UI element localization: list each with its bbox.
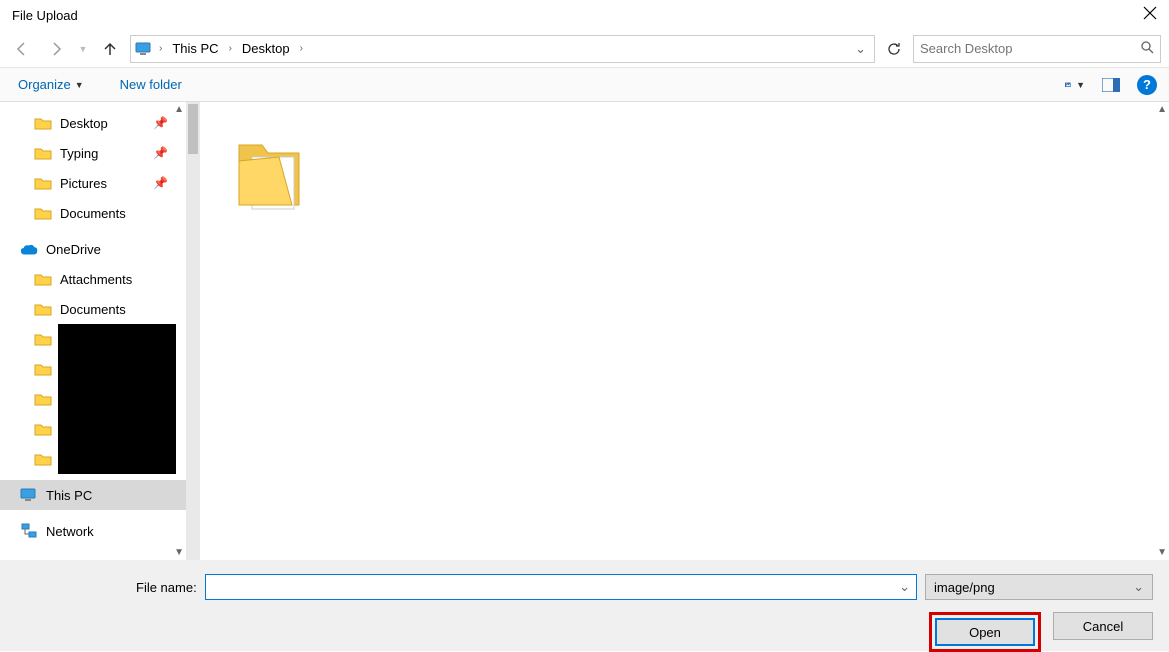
close-icon bbox=[1143, 6, 1157, 20]
chevron-right-icon: › bbox=[227, 43, 234, 54]
folder-icon bbox=[34, 452, 52, 466]
search-input[interactable] bbox=[920, 41, 1140, 56]
address-bar[interactable]: › This PC › Desktop › ⌄ bbox=[130, 35, 875, 63]
pin-icon: 📌 bbox=[153, 116, 168, 130]
preview-pane-button[interactable] bbox=[1101, 75, 1121, 95]
filetype-label: image/png bbox=[934, 580, 1133, 595]
nav-item-label: Documents bbox=[60, 302, 126, 317]
new-folder-button[interactable]: New folder bbox=[114, 73, 188, 96]
nav-item-label: Typing bbox=[60, 146, 98, 161]
arrow-left-icon bbox=[14, 41, 30, 57]
new-folder-label: New folder bbox=[120, 77, 182, 92]
close-button[interactable] bbox=[1117, 6, 1157, 25]
cancel-label: Cancel bbox=[1083, 619, 1123, 634]
scroll-down-icon[interactable]: ▼ bbox=[174, 547, 184, 558]
navigation-row: ▼ › This PC › Desktop › ⌄ bbox=[0, 30, 1169, 68]
pc-icon bbox=[135, 40, 153, 58]
open-highlight: Open bbox=[929, 612, 1041, 652]
organize-button[interactable]: Organize ▼ bbox=[12, 73, 90, 96]
folder-icon bbox=[34, 174, 52, 192]
navigation-pane[interactable]: ▲ ▼ Desktop 📌 Typing 📌 Pictures 📌 Docume… bbox=[0, 102, 186, 560]
dialog-footer: File name: ⌄ image/png ⌄ Open Cancel bbox=[0, 560, 1169, 651]
nav-item-pictures[interactable]: Pictures 📌 bbox=[0, 168, 186, 198]
nav-item-onedrive[interactable]: OneDrive bbox=[0, 234, 186, 264]
scroll-up-icon[interactable]: ▲ bbox=[1157, 104, 1167, 115]
breadcrumb-root[interactable]: This PC bbox=[168, 39, 222, 58]
refresh-button[interactable] bbox=[881, 36, 907, 62]
folder-icon bbox=[34, 332, 52, 346]
nav-item-typing[interactable]: Typing 📌 bbox=[0, 138, 186, 168]
pin-icon: 📌 bbox=[153, 176, 168, 190]
nav-item-documents[interactable]: Documents bbox=[0, 198, 186, 228]
folder-icon bbox=[34, 300, 52, 318]
chevron-right-icon: › bbox=[298, 43, 305, 54]
scroll-thumb[interactable] bbox=[188, 104, 198, 154]
network-icon bbox=[20, 522, 38, 540]
help-button[interactable]: ? bbox=[1137, 75, 1157, 95]
nav-item-label: Pictures bbox=[60, 176, 107, 191]
cancel-button[interactable]: Cancel bbox=[1053, 612, 1153, 640]
arrow-right-icon bbox=[48, 41, 64, 57]
file-list-pane[interactable]: ▲ ▼ bbox=[186, 102, 1169, 560]
back-button bbox=[8, 35, 36, 63]
address-dropdown[interactable]: ⌄ bbox=[851, 41, 870, 57]
filename-label: File name: bbox=[136, 580, 197, 595]
nav-redacted-block bbox=[0, 324, 186, 474]
picture-icon bbox=[1065, 77, 1073, 93]
folder-icon bbox=[34, 270, 52, 288]
filetype-filter[interactable]: image/png ⌄ bbox=[925, 574, 1153, 600]
nav-item-desktop[interactable]: Desktop 📌 bbox=[0, 108, 186, 138]
open-label: Open bbox=[969, 625, 1001, 640]
refresh-icon bbox=[886, 41, 902, 57]
folder-icon bbox=[34, 144, 52, 162]
chevron-right-icon: › bbox=[157, 43, 164, 54]
onedrive-icon bbox=[20, 240, 38, 258]
chevron-down-icon[interactable]: ⌄ bbox=[893, 579, 910, 595]
nav-item-label: Network bbox=[46, 524, 94, 539]
nav-item-network[interactable]: Network bbox=[0, 516, 186, 546]
folder-icon bbox=[34, 362, 52, 376]
folder-large-icon bbox=[224, 127, 314, 217]
view-mode-button[interactable]: ▼ bbox=[1065, 75, 1085, 95]
scrollbar-right: ▲ ▼ bbox=[1155, 102, 1169, 560]
nav-item-thispc[interactable]: This PC bbox=[0, 480, 186, 510]
window-title: File Upload bbox=[12, 8, 1117, 23]
nav-item-label: OneDrive bbox=[46, 242, 101, 257]
filename-input[interactable] bbox=[212, 580, 893, 595]
pin-icon: 📌 bbox=[153, 146, 168, 160]
arrow-up-icon bbox=[102, 41, 118, 57]
up-button[interactable] bbox=[96, 35, 124, 63]
folder-icon bbox=[34, 422, 52, 436]
filename-combo[interactable]: ⌄ bbox=[205, 574, 917, 600]
search-box[interactable] bbox=[913, 35, 1161, 63]
scrollbar[interactable] bbox=[186, 102, 200, 560]
nav-item-attachments[interactable]: Attachments bbox=[0, 264, 186, 294]
chevron-down-icon: ▼ bbox=[1076, 80, 1085, 90]
nav-item-label: Desktop bbox=[60, 116, 108, 131]
folder-icon bbox=[34, 392, 52, 406]
title-bar: File Upload bbox=[0, 0, 1169, 30]
dialog-body: ▲ ▼ Desktop 📌 Typing 📌 Pictures 📌 Docume… bbox=[0, 102, 1169, 560]
folder-item[interactable] bbox=[214, 112, 324, 232]
chevron-down-icon: ⌄ bbox=[1133, 579, 1144, 595]
panel-icon bbox=[1102, 78, 1120, 92]
chevron-down-icon: ▼ bbox=[75, 80, 84, 90]
nav-item-label: Documents bbox=[60, 206, 126, 221]
toolbar: Organize ▼ New folder ▼ ? bbox=[0, 68, 1169, 102]
folder-icon bbox=[34, 204, 52, 222]
nav-item-label: This PC bbox=[46, 488, 92, 503]
open-button[interactable]: Open bbox=[935, 618, 1035, 646]
nav-item-od-documents[interactable]: Documents bbox=[0, 294, 186, 324]
recent-dropdown[interactable]: ▼ bbox=[76, 35, 90, 63]
forward-button bbox=[42, 35, 70, 63]
pc-icon bbox=[20, 486, 38, 504]
search-icon bbox=[1140, 40, 1154, 57]
organize-label: Organize bbox=[18, 77, 71, 92]
nav-item-label: Attachments bbox=[60, 272, 132, 287]
scroll-down-icon[interactable]: ▼ bbox=[1157, 547, 1167, 558]
folder-icon bbox=[34, 114, 52, 132]
breadcrumb-folder[interactable]: Desktop bbox=[238, 39, 294, 58]
